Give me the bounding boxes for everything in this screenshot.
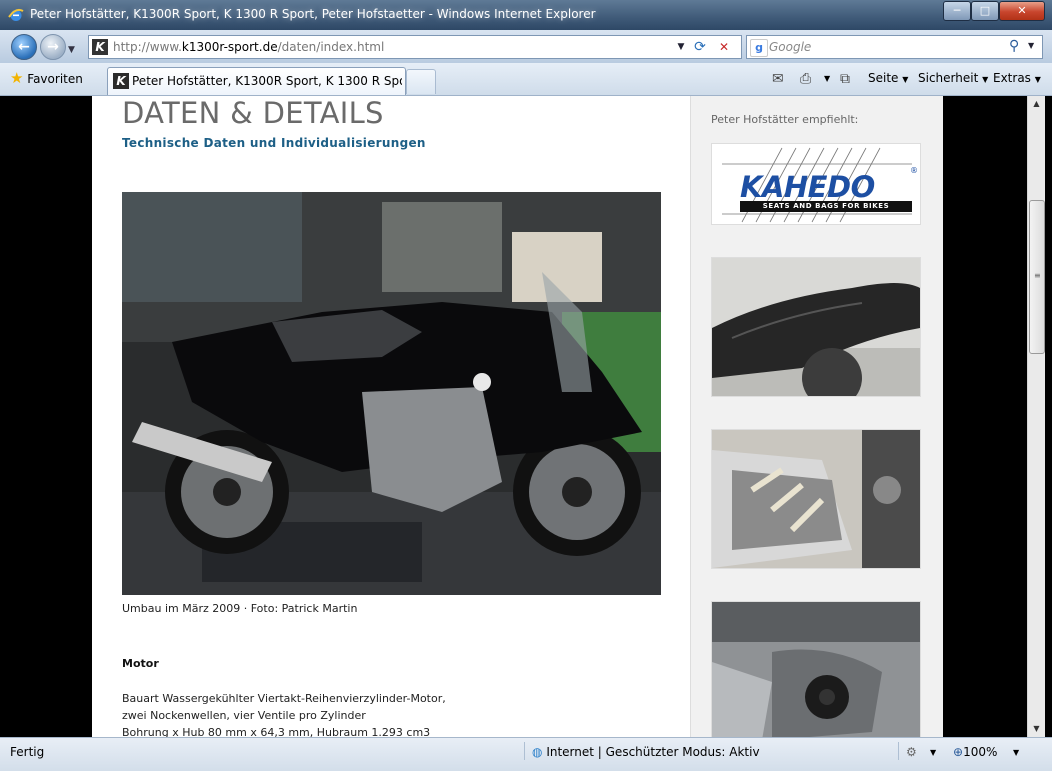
- page-content: DATEN & DETAILS Technische Daten und Ind…: [92, 96, 943, 737]
- seite-dropdown-icon: ▼: [902, 75, 909, 84]
- protected-mode-icon[interactable]: ⚙: [906, 745, 917, 759]
- url-prefix: http://www.: [113, 40, 182, 54]
- photo-caption: Umbau im März 2009 · Foto: Patrick Marti…: [122, 602, 358, 615]
- active-tab[interactable]: K Peter Hofstätter, K1300R Sport, K 1300…: [107, 67, 406, 95]
- sicherheit-menu[interactable]: Sicherheit ▼: [918, 71, 988, 85]
- zone-indicator[interactable]: ◍ Internet | Geschützter Modus: Aktiv: [532, 745, 760, 759]
- forward-arrow-icon[interactable]: →: [40, 34, 66, 60]
- close-window-button[interactable]: ✕: [999, 1, 1045, 21]
- registered-mark: ®: [910, 166, 918, 175]
- zoom-dropdown-icon[interactable]: ▼: [1013, 748, 1019, 757]
- page-viewport[interactable]: DATEN & DETAILS Technische Daten und Ind…: [8, 96, 1027, 737]
- address-url[interactable]: http://www.k1300r-sport.de/daten/index.h…: [113, 40, 384, 54]
- seite-label: Seite: [868, 71, 899, 85]
- kahedo-tagline: SEATS AND BAGS FOR BIKES: [740, 201, 912, 212]
- spec-line: zwei Nockenwellen, vier Ventile pro Zyli…: [122, 709, 366, 722]
- scrollbar-thumb[interactable]: ≡: [1029, 200, 1045, 354]
- refresh-icon[interactable]: ⟳: [691, 38, 709, 56]
- maximize-button[interactable]: □: [971, 1, 999, 21]
- sicherheit-dropdown-icon: ▼: [982, 75, 989, 84]
- status-divider: [898, 742, 899, 760]
- internet-explorer-icon: [8, 8, 24, 21]
- favorites-star-icon: ★: [10, 69, 24, 87]
- minimize-button[interactable]: ─: [943, 1, 971, 21]
- url-domain: k1300r-sport.de: [181, 40, 278, 54]
- zoom-icon: ⊕: [953, 745, 964, 759]
- favorites-label: Favoriten: [27, 72, 83, 86]
- print-dropdown-icon[interactable]: ▼: [824, 74, 830, 83]
- section-title: Motor: [122, 657, 159, 670]
- site-favicon-icon: K: [92, 39, 108, 55]
- kahedo-banner[interactable]: KAHEDO ® SEATS AND BAGS FOR BIKES: [711, 143, 921, 225]
- seite-menu[interactable]: Seite ▼: [868, 71, 908, 85]
- recommend-label: Peter Hofstätter empfiehlt:: [711, 113, 859, 126]
- zoom-control[interactable]: ⊕100%: [953, 745, 997, 759]
- kahedo-logo-text: KAHEDO: [740, 170, 875, 204]
- search-icon[interactable]: ⚲: [1009, 38, 1019, 54]
- page-title: DATEN & DETAILS: [122, 96, 384, 130]
- url-path: /daten/index.html: [277, 40, 385, 54]
- status-bar: Fertig ◍ Internet | Geschützter Modus: A…: [0, 737, 1052, 771]
- search-options-icon[interactable]: ▼: [1028, 41, 1034, 50]
- sidebar: Peter Hofstätter empfiehlt: KAHEDO ® SEA…: [690, 96, 943, 737]
- tab-favicon-icon: K: [113, 73, 129, 89]
- feeds-icon[interactable]: ✉: [772, 71, 784, 87]
- spec-line: Bauart Wassergekühlter Viertakt-Reihenvi…: [122, 692, 446, 705]
- seat-thumbnail[interactable]: [711, 257, 921, 397]
- spec-line: Bohrung x Hub 80 mm x 64,3 mm, Hubraum 1…: [122, 726, 431, 737]
- back-arrow-icon[interactable]: ←: [11, 34, 37, 60]
- protected-mode-dropdown-icon[interactable]: ▼: [930, 748, 936, 757]
- stop-icon[interactable]: ✕: [715, 38, 733, 56]
- scroll-grip-icon: ≡: [1034, 271, 1041, 280]
- tab-title: Peter Hofstätter, K1300R Sport, K 1300 R…: [132, 74, 402, 88]
- address-dropdown-icon[interactable]: ▼: [672, 38, 690, 56]
- zone-label: Internet | Geschützter Modus: Aktiv: [546, 745, 760, 759]
- google-icon: g: [750, 39, 768, 57]
- motor-specs: Bauart Wassergekühlter Viertakt-Reihenvi…: [122, 690, 446, 737]
- scroll-down-icon[interactable]: ▼: [1028, 721, 1045, 737]
- history-dropdown-icon[interactable]: ▼: [68, 45, 75, 55]
- page-icon[interactable]: ⧉: [840, 71, 850, 87]
- window-title-bar[interactable]: Peter Hofstätter, K1300R Sport, K 1300 R…: [0, 0, 1052, 30]
- address-bar[interactable]: K http://www.k1300r-sport.de/daten/index…: [88, 35, 742, 59]
- extras-label: Extras: [993, 71, 1031, 85]
- globe-icon: ◍: [532, 745, 543, 759]
- sicherheit-label: Sicherheit: [918, 71, 979, 85]
- extras-dropdown-icon: ▼: [1034, 75, 1041, 84]
- engine-detail-thumbnail[interactable]: [711, 601, 921, 737]
- window-title: Peter Hofstätter, K1300R Sport, K 1300 R…: [30, 7, 596, 21]
- status-divider: [524, 742, 525, 760]
- motorcycle-photo: [122, 192, 661, 595]
- zoom-level: 100%: [963, 745, 998, 759]
- page-subtitle: Technische Daten und Individualisierunge…: [122, 136, 426, 150]
- search-box[interactable]: g Google ⚲ ▼: [746, 35, 1043, 59]
- new-tab-button[interactable]: [406, 69, 436, 94]
- extras-menu[interactable]: Extras ▼: [993, 71, 1041, 85]
- exhaust-thumbnail[interactable]: [711, 429, 921, 569]
- scroll-up-icon[interactable]: ▲: [1028, 96, 1045, 112]
- status-text: Fertig: [10, 745, 45, 759]
- search-input[interactable]: Google: [769, 40, 811, 54]
- favorites-button[interactable]: ★ Favoriten: [10, 67, 83, 89]
- print-icon[interactable]: ⎙: [800, 71, 811, 87]
- vertical-scrollbar[interactable]: ▲ ≡ ▼: [1027, 96, 1045, 737]
